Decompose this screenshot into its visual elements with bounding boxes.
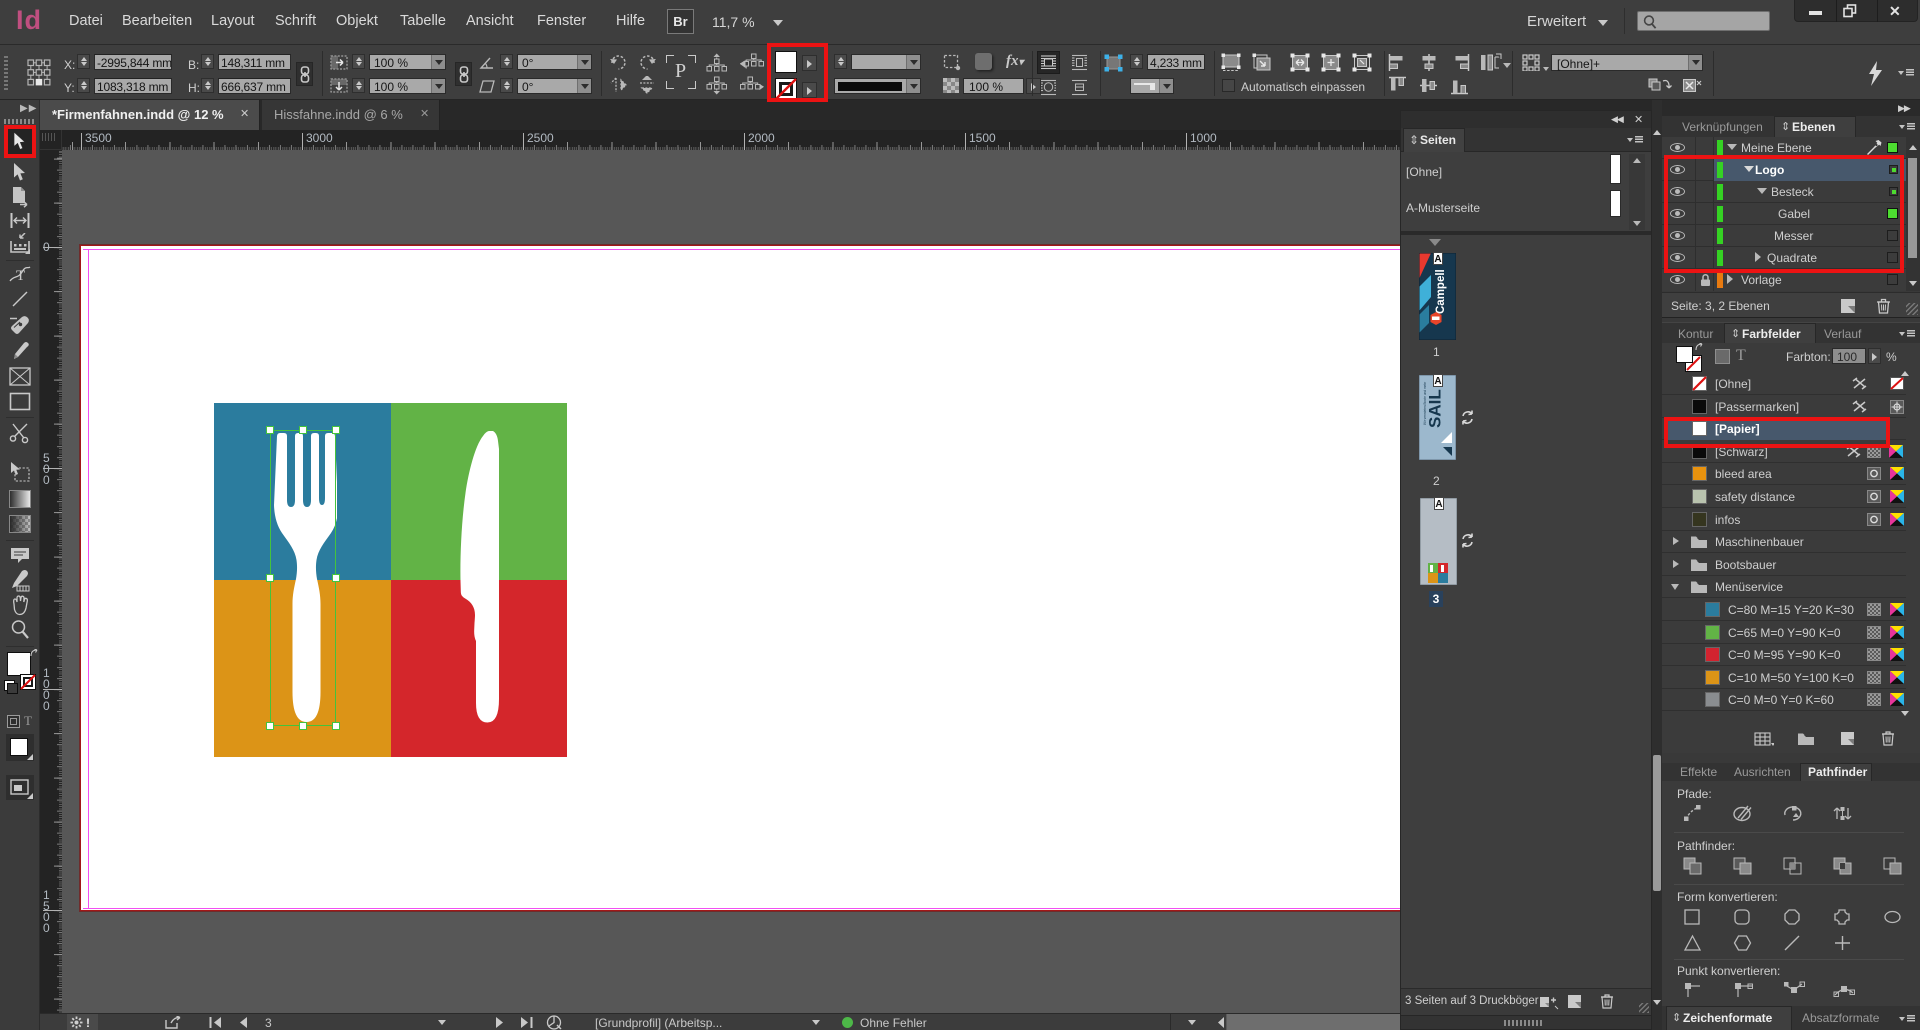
svg-text:SAIL: SAIL [1426,389,1445,428]
svg-text:Wir vermieten Boote und mehr: Wir vermieten Boote und mehr [1423,381,1427,425]
svg-text:Campell: Campell [1435,269,1447,314]
svg-text:T: T [16,268,25,284]
